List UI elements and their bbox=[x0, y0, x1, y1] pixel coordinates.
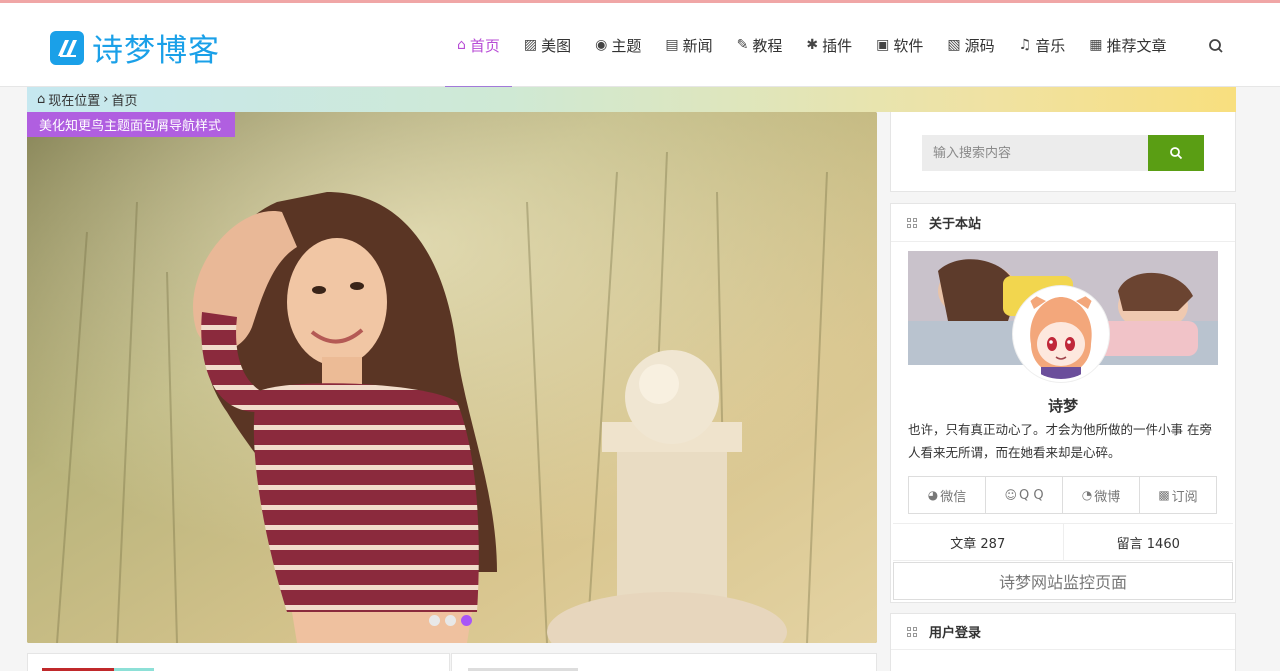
puzzle-icon: ✱ bbox=[806, 37, 819, 53]
nav-item-label: 新闻 bbox=[682, 36, 713, 55]
nav-item-themes[interactable]: ◉ 主题 bbox=[583, 3, 653, 87]
wechat-icon: ◕ bbox=[927, 488, 939, 502]
post-card[interactable] bbox=[27, 653, 450, 671]
site-monitor-link[interactable]: 诗梦网站监控页面 bbox=[893, 562, 1233, 600]
nav-item-software[interactable]: ▣ 软件 bbox=[864, 3, 935, 87]
about-widget: 关于本站 诗梦 也许，只有真正动心了。才会为他所做的一件小事 在旁人看来无所谓，… bbox=[890, 203, 1236, 603]
image-icon: ▨ bbox=[523, 37, 538, 53]
nav-item-home[interactable]: ⌂ 首页 bbox=[445, 3, 512, 88]
nav-item-label: 教程 bbox=[752, 36, 783, 55]
social-label: 微博 bbox=[1094, 489, 1121, 505]
widget-title: 用户登录 bbox=[929, 626, 982, 641]
qq-icon: ☺ bbox=[1004, 488, 1017, 502]
home-icon: ⌂ bbox=[457, 37, 466, 53]
logo-mark-icon bbox=[50, 30, 84, 65]
slider-dot-active[interactable] bbox=[461, 615, 472, 626]
list-icon: ▦ bbox=[1089, 37, 1103, 53]
search-icon[interactable] bbox=[1207, 37, 1225, 55]
widget-header: 关于本站 bbox=[891, 204, 1235, 242]
avatar[interactable] bbox=[1013, 286, 1109, 382]
nav-item-gallery[interactable]: ▨ 美图 bbox=[512, 3, 583, 87]
slide-title-tag[interactable]: 美化知更鸟主题面包屑导航样式 bbox=[27, 112, 235, 137]
author-name: 诗梦 bbox=[1047, 397, 1078, 415]
qq-button[interactable]: ☺ Q Q bbox=[985, 476, 1063, 514]
social-label: 订阅 bbox=[1171, 489, 1198, 505]
social-label: 微信 bbox=[940, 489, 967, 505]
about-description: 也许，只有真正动心了。才会为他所做的一件小事 在旁人看来无所谓，而在她看来却是心… bbox=[908, 422, 1212, 460]
social-links: ◕ 微信 ☺ Q Q ◔ 微博 ▩ 订阅 bbox=[908, 476, 1217, 514]
music-icon: ♫ bbox=[1018, 37, 1032, 53]
featured-slider[interactable] bbox=[27, 112, 877, 643]
social-label: Q Q bbox=[1018, 487, 1044, 503]
slider-dots bbox=[429, 615, 472, 626]
wechat-button[interactable]: ◕ 微信 bbox=[908, 476, 986, 514]
breadcrumb-separator: › bbox=[103, 92, 109, 107]
rss-icon: ▩ bbox=[1158, 488, 1170, 502]
code-icon: ▧ bbox=[947, 37, 961, 53]
widget-header: 用户登录 bbox=[891, 614, 1235, 650]
nav-item-label: 推荐文章 bbox=[1106, 36, 1167, 55]
nav-item-label: 美图 bbox=[541, 36, 572, 55]
edit-icon: ✎ bbox=[736, 37, 749, 53]
nav-item-label: 主题 bbox=[611, 36, 642, 55]
post-card[interactable] bbox=[451, 653, 877, 671]
breadcrumb: ⌂ 现在位置 › 首页 bbox=[27, 87, 1236, 112]
rss-button[interactable]: ▩ 订阅 bbox=[1139, 476, 1217, 514]
news-icon: ▤ bbox=[665, 37, 679, 53]
site-stats: 文章 287 留言 1460 bbox=[893, 523, 1233, 561]
nav-item-label: 源码 bbox=[964, 36, 995, 55]
login-widget: 用户登录 bbox=[890, 613, 1236, 671]
nav-item-label: 音乐 bbox=[1035, 36, 1066, 55]
grid-icon bbox=[907, 217, 917, 228]
palette-icon: ◉ bbox=[595, 37, 608, 53]
search-icon bbox=[1170, 147, 1183, 160]
nav-item-tutorials[interactable]: ✎ 教程 bbox=[725, 3, 795, 87]
main-nav: ⌂ 首页 ▨ 美图 ◉ 主题 ▤ 新闻 ✎ 教程 ✱ 插件 ▣ 软件 ▧ 源码 bbox=[445, 3, 1178, 88]
site-logo[interactable]: 诗梦博客 bbox=[50, 25, 220, 70]
nav-item-label: 首页 bbox=[469, 36, 500, 55]
comment-count: 留言 1460 bbox=[1062, 524, 1234, 560]
slider-dot[interactable] bbox=[445, 615, 456, 626]
nav-item-music[interactable]: ♫ 音乐 bbox=[1007, 3, 1078, 87]
app-icon: ▣ bbox=[876, 37, 890, 53]
site-header: 诗梦博客 ⌂ 首页 ▨ 美图 ◉ 主题 ▤ 新闻 ✎ 教程 ✱ 插件 ▣ 软件 bbox=[0, 3, 1280, 88]
nav-item-label: 插件 bbox=[822, 36, 853, 55]
home-icon: ⌂ bbox=[37, 92, 46, 107]
sidebar-search-widget bbox=[890, 112, 1236, 192]
breadcrumb-current[interactable]: 首页 bbox=[111, 90, 137, 109]
nav-item-plugins[interactable]: ✱ 插件 bbox=[794, 3, 864, 87]
widget-title: 关于本站 bbox=[929, 217, 982, 232]
nav-item-label: 软件 bbox=[893, 36, 924, 55]
breadcrumb-prefix[interactable]: 现在位置 bbox=[48, 90, 100, 109]
grid-icon bbox=[907, 626, 917, 637]
slide-image bbox=[27, 112, 877, 643]
nav-item-source[interactable]: ▧ 源码 bbox=[935, 3, 1006, 87]
nav-item-news[interactable]: ▤ 新闻 bbox=[653, 3, 724, 87]
search-input[interactable] bbox=[922, 135, 1148, 171]
weibo-icon: ◔ bbox=[1081, 488, 1093, 502]
article-count: 文章 287 bbox=[950, 536, 1006, 552]
logo-text: 诗梦博客 bbox=[92, 33, 220, 69]
nav-item-recommended[interactable]: ▦ 推荐文章 bbox=[1077, 3, 1178, 87]
slider-dot[interactable] bbox=[429, 615, 440, 626]
search-button[interactable] bbox=[1148, 135, 1204, 171]
weibo-button[interactable]: ◔ 微博 bbox=[1062, 476, 1140, 514]
